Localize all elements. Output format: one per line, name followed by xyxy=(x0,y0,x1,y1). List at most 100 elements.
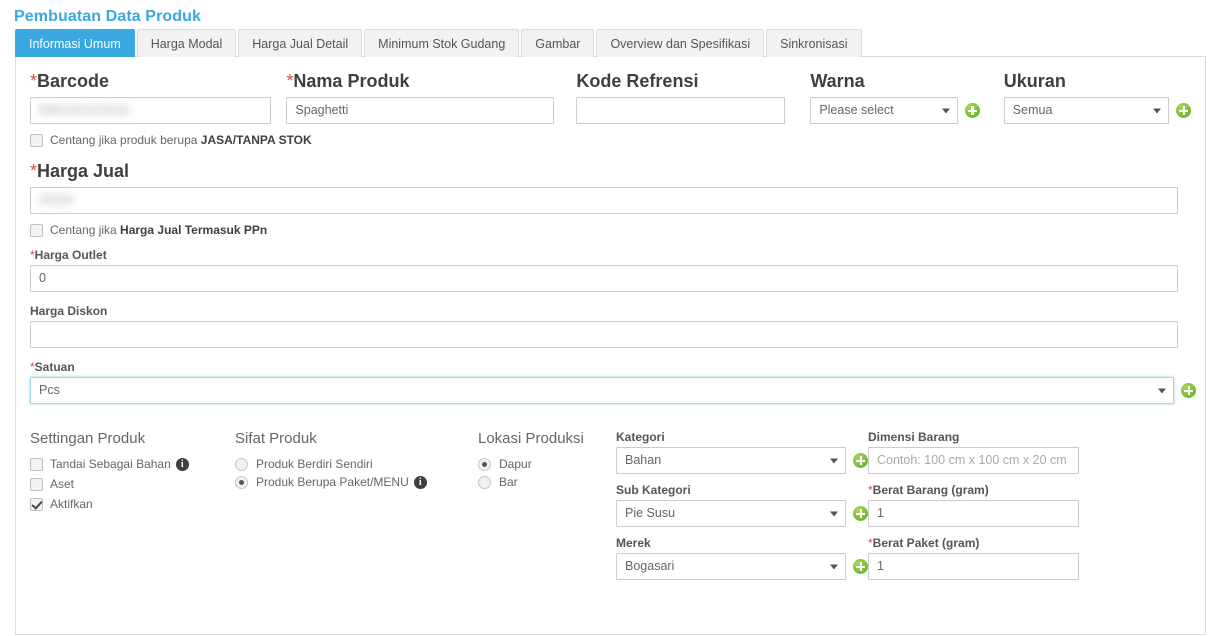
tab-overview-dan-spesifikasi[interactable]: Overview dan Spesifikasi xyxy=(596,29,765,57)
warna-select-value: Please select xyxy=(819,103,894,117)
checkbox[interactable] xyxy=(30,477,43,491)
add-merek-button[interactable] xyxy=(853,559,868,574)
group-kategori: Kategori Bahan Sub Kategori Pie Susu Mer… xyxy=(616,430,868,589)
radio-button[interactable] xyxy=(478,457,491,471)
dimensi-barang-input[interactable]: Contoh: 100 cm x 100 cm x 20 cm xyxy=(868,447,1079,474)
sub-kategori-select-value: Pie Susu xyxy=(625,506,676,520)
checkbox[interactable] xyxy=(30,497,43,511)
field-satuan: *Satuan Pcs xyxy=(30,360,1196,404)
tab-gambar[interactable]: Gambar xyxy=(521,29,595,57)
add-satuan-button[interactable] xyxy=(1181,383,1196,398)
harga-outlet-input[interactable]: 0 xyxy=(30,265,1178,292)
harga-jual-ppn-checkbox[interactable] xyxy=(30,223,43,237)
radio-button[interactable] xyxy=(235,457,248,471)
label-harga-jual: *Harga Jual xyxy=(30,161,130,181)
jasa-tanpa-stok-label: Centang jika produk berupa JASA/TANPA ST… xyxy=(50,133,312,147)
radio-button[interactable] xyxy=(478,475,491,489)
tab-harga-modal[interactable]: Harga Modal xyxy=(136,29,237,57)
jasa-tanpa-stok-checkbox[interactable] xyxy=(30,133,43,147)
ukuran-select[interactable]: Semua xyxy=(1003,97,1170,124)
radio-button[interactable] xyxy=(235,475,248,489)
add-kategori-button[interactable] xyxy=(853,453,868,468)
required-marker: * xyxy=(30,161,38,181)
field-sub-kategori: Sub Kategori Pie Susu xyxy=(616,483,868,527)
merek-select-value: Bogasari xyxy=(625,559,675,573)
field-ukuran: Ukuran Semua xyxy=(1003,71,1192,124)
radio-label: Produk Berdiri Sendiri xyxy=(256,457,373,471)
satuan-select-value: Pcs xyxy=(39,383,60,397)
berat-barang-input[interactable]: 1 xyxy=(868,500,1079,527)
add-ukuran-button[interactable] xyxy=(1176,103,1192,118)
jasa-tanpa-stok-row[interactable]: Centang jika produk berupa JASA/TANPA ST… xyxy=(30,133,1191,147)
label-merek: Merek xyxy=(616,536,651,550)
heading-sifat-produk: Sifat Produk xyxy=(235,430,317,447)
kode-refrensi-input[interactable] xyxy=(576,97,786,124)
chevron-down-icon xyxy=(830,511,838,516)
info-circle-icon[interactable]: i xyxy=(413,475,427,489)
page-title: Pembuatan Data Produk xyxy=(14,8,202,25)
tab-sinkronisasi[interactable]: Sinkronisasi xyxy=(766,29,862,57)
chevron-down-icon xyxy=(830,458,838,463)
chevron-down-icon xyxy=(1158,388,1166,393)
harga-diskon-input[interactable] xyxy=(30,321,1178,348)
heading-settingan-produk: Settingan Produk xyxy=(30,430,146,447)
field-harga-outlet: *Harga Outlet 0 xyxy=(30,248,1191,292)
chevron-down-icon xyxy=(830,564,838,569)
field-nama-produk: *Nama Produk Spaghetti xyxy=(286,71,555,124)
tab-harga-jual-detail[interactable]: Harga Jual Detail xyxy=(238,29,363,57)
tab-informasi-umum[interactable]: Informasi Umum xyxy=(15,29,135,57)
label-warna: Warna xyxy=(810,71,865,91)
merek-select[interactable]: Bogasari xyxy=(616,553,846,580)
ukuran-select-value: Semua xyxy=(1012,103,1053,117)
harga-jual-value-redacted: 25000 xyxy=(39,193,74,207)
tab-panel-informasi-umum: *Barcode 8991002103016 *Nama Produk Spag… xyxy=(15,57,1206,635)
field-kode-refrensi: Kode Refrensi xyxy=(576,71,786,124)
satuan-select[interactable]: Pcs xyxy=(30,377,1174,404)
field-harga-diskon: Harga Diskon xyxy=(30,304,1191,348)
tab-minimum-stok-gudang[interactable]: Minimum Stok Gudang xyxy=(364,29,520,57)
label-satuan: *Satuan xyxy=(30,360,75,374)
add-warna-button[interactable] xyxy=(964,103,980,118)
sifat-option-2[interactable]: Produk Berupa Paket/MENU i xyxy=(235,475,478,489)
lokasi-option-bar[interactable]: Bar xyxy=(478,475,616,489)
settingan-item-aktifkan[interactable]: Aktifkan xyxy=(30,497,235,511)
label-berat-barang: *Berat Barang (gram) xyxy=(868,483,989,497)
berat-paket-input[interactable]: 1 xyxy=(868,553,1079,580)
sub-kategori-select[interactable]: Pie Susu xyxy=(616,500,846,527)
settingan-item-aset[interactable]: Aset xyxy=(30,477,235,491)
label-dimensi-barang: Dimensi Barang xyxy=(868,430,960,444)
label-sub-kategori: Sub Kategori xyxy=(616,483,691,497)
add-sub-kategori-button[interactable] xyxy=(853,506,868,521)
info-circle-icon[interactable]: i xyxy=(175,457,189,471)
checkbox[interactable] xyxy=(30,457,43,471)
settingan-item-tandai-sebagai-bahan[interactable]: Tandai Sebagai Bahan i xyxy=(30,457,235,471)
kategori-select-value: Bahan xyxy=(625,453,662,467)
label-harga-diskon: Harga Diskon xyxy=(30,304,108,318)
group-lokasi-produksi: Lokasi Produksi Dapur Bar xyxy=(478,430,616,589)
chevron-down-icon xyxy=(1153,108,1162,113)
required-marker: * xyxy=(30,71,38,91)
group-sifat-produk: Sifat Produk Produk Berdiri Sendiri Produ… xyxy=(235,430,478,589)
radio-label: Dapur xyxy=(499,457,532,471)
lokasi-option-dapur[interactable]: Dapur xyxy=(478,457,616,471)
label-kategori: Kategori xyxy=(616,430,665,444)
group-dimensi: Dimensi Barang Contoh: 100 cm x 100 cm x… xyxy=(868,430,1100,589)
label-berat-paket: *Berat Paket (gram) xyxy=(868,536,980,550)
radio-label: Produk Berupa Paket/MENU xyxy=(256,475,409,489)
harga-jual-ppn-label: Centang jika Harga Jual Termasuk PPn xyxy=(50,223,268,237)
top-field-row: *Barcode 8991002103016 *Nama Produk Spag… xyxy=(30,71,1192,124)
barcode-value-redacted: 8991002103016 xyxy=(39,103,130,117)
group-settingan-produk: Settingan Produk Tandai Sebagai Bahan i As… xyxy=(30,430,235,589)
harga-jual-ppn-row[interactable]: Centang jika Harga Jual Termasuk PPn xyxy=(30,223,1191,237)
harga-jual-input[interactable]: 25000 xyxy=(30,187,1178,214)
barcode-input[interactable]: 8991002103016 xyxy=(30,97,272,124)
field-berat-paket: *Berat Paket (gram) 1 xyxy=(868,536,1100,580)
field-dimensi-barang: Dimensi Barang Contoh: 100 cm x 100 cm x… xyxy=(868,430,1100,474)
field-warna: Warna Please select xyxy=(810,71,980,124)
sifat-option-1[interactable]: Produk Berdiri Sendiri xyxy=(235,457,478,471)
field-barcode: *Barcode 8991002103016 xyxy=(30,71,272,124)
kategori-select[interactable]: Bahan xyxy=(616,447,846,474)
warna-select[interactable]: Please select xyxy=(810,97,958,124)
field-merek: Merek Bogasari xyxy=(616,536,868,580)
nama-produk-input[interactable]: Spaghetti xyxy=(286,97,555,124)
